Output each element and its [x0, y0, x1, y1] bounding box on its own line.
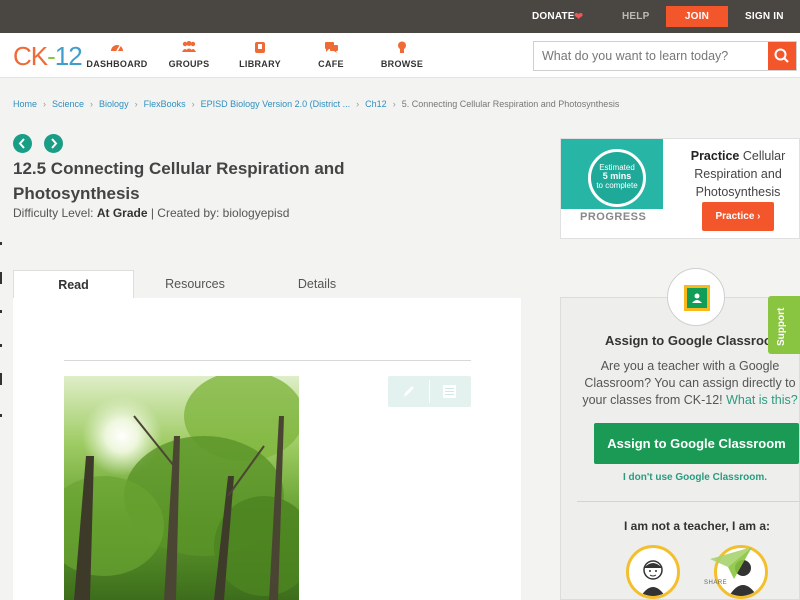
breadcrumb-separator: ›	[191, 99, 195, 109]
breadcrumb-home[interactable]: Home	[13, 99, 37, 109]
annotation-toolbar	[388, 376, 471, 407]
edge-mark	[0, 414, 2, 417]
lesson-tabs: Read Resources Details	[13, 270, 521, 298]
search-input[interactable]	[534, 42, 770, 70]
divider	[577, 501, 800, 502]
support-label: Support	[776, 307, 787, 346]
not-teacher-heading: I am not a teacher, I am a:	[624, 519, 771, 533]
content-panel	[13, 298, 521, 600]
classroom-board	[684, 285, 710, 311]
pencil-icon[interactable]	[401, 383, 417, 400]
breadcrumb-current: 5. Connecting Cellular Respiration and P…	[401, 99, 620, 109]
toolbar-divider	[429, 380, 430, 403]
heart-icon[interactable]: ❤	[574, 10, 583, 23]
breadcrumb-flexbooks[interactable]: FlexBooks	[144, 99, 186, 109]
forest-image	[64, 376, 299, 600]
browse-icon	[367, 41, 437, 55]
student-role-button[interactable]	[626, 545, 680, 599]
tab-resources[interactable]: Resources	[134, 270, 256, 298]
paper-plane-icon[interactable]	[708, 545, 754, 581]
edge-mark	[0, 272, 2, 284]
notes-icon[interactable]	[442, 384, 457, 399]
tab-details[interactable]: Details	[256, 270, 378, 298]
lesson-meta: Difficulty Level: At Grade | Created by:…	[13, 206, 289, 220]
practice-button[interactable]: Practice ›	[702, 202, 774, 231]
breadcrumb-biology[interactable]: Biology	[99, 99, 129, 109]
edge-mark	[0, 373, 2, 385]
main-header: CK-12 DASHBOARD GROUPS LIBRARY CAFE BROW…	[0, 33, 800, 78]
tab-read[interactable]: Read	[13, 270, 134, 298]
breadcrumb-separator: ›	[392, 99, 396, 109]
join-button[interactable]: JOIN	[666, 6, 728, 27]
logo-12: 12	[54, 41, 83, 71]
divider	[64, 360, 471, 361]
dont-use-classroom-link[interactable]: I don't use Google Classroom.	[623, 472, 767, 483]
breadcrumb-book[interactable]: EPISD Biology Version 2.0 (District ...	[201, 99, 351, 109]
search-box	[533, 41, 797, 71]
groups-icon	[154, 41, 224, 55]
sign-in-link[interactable]: SIGN IN	[745, 11, 784, 22]
nav-cafe[interactable]: CAFE	[296, 41, 366, 69]
previous-lesson-button[interactable]	[13, 134, 32, 153]
help-link[interactable]: HELP	[622, 11, 649, 22]
dashboard-icon	[82, 41, 152, 55]
nav-cafe-label: CAFE	[318, 59, 344, 69]
chevron-right-icon	[51, 138, 58, 149]
nav-browse-label: BROWSE	[380, 59, 424, 69]
breadcrumb-separator: ›	[43, 99, 47, 109]
chevron-left-icon	[18, 138, 25, 149]
nav-library-label: LIBRARY	[239, 59, 281, 69]
donate-link[interactable]: DONATE	[532, 11, 575, 22]
breadcrumb: Home › Science › Biology › FlexBooks › EPISD Bio…	[13, 99, 619, 109]
edge-mark	[0, 344, 2, 347]
breadcrumb-separator: ›	[90, 99, 94, 109]
top-bar: DONATE ❤ HELP JOIN SIGN IN	[0, 0, 800, 33]
cafe-icon	[296, 41, 366, 55]
practice-card: Estimated 5 mins to complete PROGRESS Pr…	[560, 138, 800, 239]
classroom-title: Assign to Google Classroom	[605, 333, 784, 348]
nav-library[interactable]: LIBRARY	[225, 41, 295, 69]
difficulty-label: Difficulty Level:	[13, 206, 94, 220]
practice-thumbnail: Estimated 5 mins to complete	[561, 139, 663, 209]
created-by: | Created by: biologyepisd	[150, 206, 290, 220]
nav-browse[interactable]: BROWSE	[367, 41, 437, 69]
search-button[interactable]	[768, 42, 796, 70]
practice-button-label: Practice	[715, 211, 755, 222]
chevron-right-icon: ›	[757, 211, 761, 222]
nav-groups-label: GROUPS	[168, 59, 210, 69]
what-is-this-link[interactable]: What is this?	[726, 393, 798, 407]
next-lesson-button[interactable]	[44, 134, 63, 153]
search-icon	[774, 48, 789, 63]
nav-groups[interactable]: GROUPS	[154, 41, 224, 69]
edge-mark	[0, 242, 2, 245]
google-classroom-icon	[667, 268, 725, 326]
difficulty-value: At Grade	[96, 206, 148, 220]
logo-dash: -	[47, 41, 56, 71]
estimated-time-badge: Estimated 5 mins to complete	[588, 149, 646, 207]
practice-heading-bold: Practice	[690, 149, 740, 163]
assign-classroom-button[interactable]: Assign to Google Classroom	[594, 423, 799, 464]
practice-heading: Practice Cellular Respiration and Photos…	[677, 147, 799, 201]
edge-mark	[0, 310, 2, 313]
estimated-suffix: to complete	[596, 181, 638, 190]
nav-dashboard-label: DASHBOARD	[86, 59, 148, 69]
nav-dashboard[interactable]: DASHBOARD	[82, 41, 152, 69]
breadcrumb-science[interactable]: Science	[52, 99, 84, 109]
progress-label: PROGRESS	[580, 211, 647, 223]
support-tab[interactable]: Support	[768, 296, 800, 354]
ck12-logo[interactable]: CK-12	[13, 41, 83, 71]
classroom-board-inner	[687, 288, 707, 308]
breadcrumb-separator: ›	[134, 99, 138, 109]
share-label[interactable]: SHARE	[704, 580, 727, 586]
page-title: 12.5 Connecting Cellular Respiration and…	[13, 159, 345, 203]
library-icon	[225, 41, 295, 55]
classroom-description: Are you a teacher with a Google Classroo…	[571, 358, 800, 409]
student-avatar-icon	[641, 560, 665, 596]
breadcrumb-chapter[interactable]: Ch12	[365, 99, 387, 109]
logo-ck: CK	[13, 41, 48, 71]
breadcrumb-separator: ›	[356, 99, 360, 109]
estimated-minutes: 5 mins	[602, 171, 632, 181]
